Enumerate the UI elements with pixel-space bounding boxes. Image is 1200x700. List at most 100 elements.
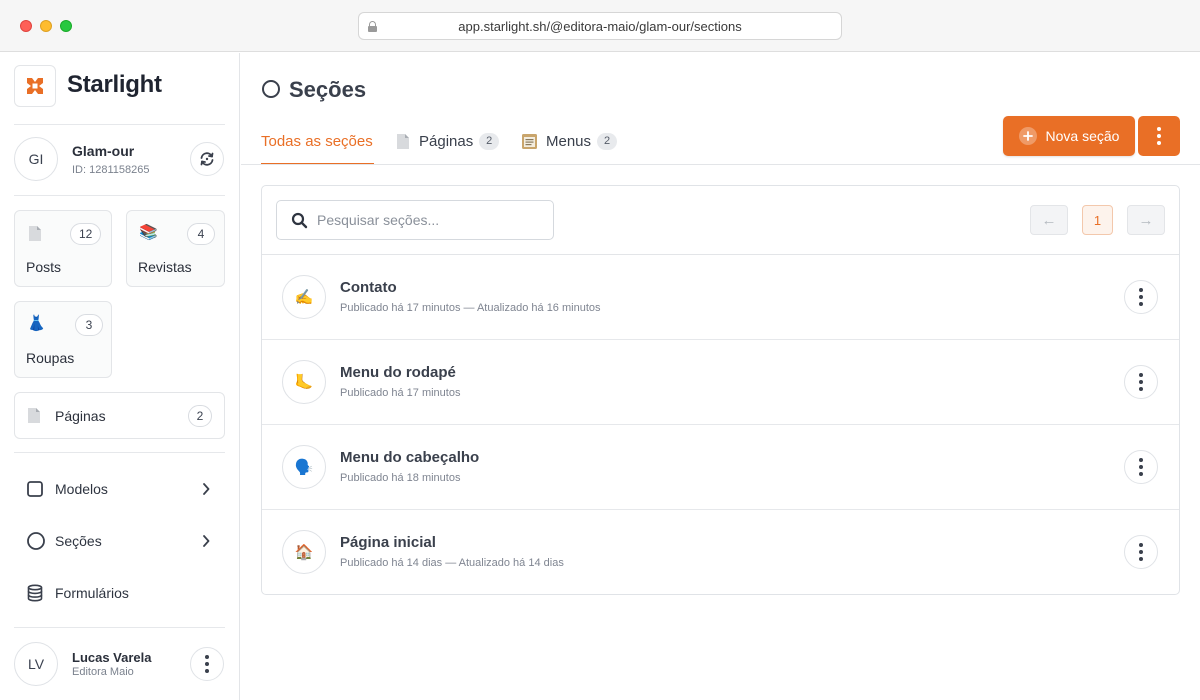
workspace-avatar[interactable]: GI xyxy=(14,137,58,181)
foot-icon: 🦶 xyxy=(282,360,326,404)
collection-label: Revistas xyxy=(138,259,192,275)
collection-count: 4 xyxy=(187,223,215,245)
page-title: Seções xyxy=(289,77,367,102)
address-bar[interactable]: app.starlight.sh/@editora-maio/glam-our/… xyxy=(358,12,842,40)
section-more-button[interactable] xyxy=(1124,365,1158,399)
arrow-right-icon: → xyxy=(1138,211,1154,229)
section-row[interactable]: 🦶 Menu do rodapé Publicado há 17 minutos xyxy=(262,340,1179,425)
sidebar-pages-card[interactable]: Páginas 2 xyxy=(14,392,225,439)
section-title[interactable]: Menu do rodapé xyxy=(340,364,456,381)
user-menu-button[interactable] xyxy=(190,647,224,681)
close-window-button[interactable] xyxy=(20,20,32,32)
more-vertical-icon xyxy=(1139,542,1143,563)
divider xyxy=(14,452,225,453)
divider xyxy=(14,124,225,125)
user-name: Lucas Varela xyxy=(72,650,152,665)
section-meta: Publicado há 14 dias — Atualizado há 14 … xyxy=(340,557,564,569)
sidebar-pages-label: Páginas xyxy=(55,408,106,424)
collection-card-revistas[interactable]: 📚 4 Revistas xyxy=(126,210,225,287)
more-vertical-icon xyxy=(205,654,209,675)
more-vertical-icon xyxy=(1139,287,1143,308)
section-meta: Publicado há 17 minutos xyxy=(340,387,461,399)
chevron-right-icon xyxy=(203,535,210,547)
section-row[interactable]: ✍️ Contato Publicado há 17 minutos — Atu… xyxy=(262,255,1179,340)
sidebar-item-modelos[interactable]: Modelos xyxy=(26,477,216,501)
divider xyxy=(14,195,225,196)
switch-workspace-button[interactable] xyxy=(190,142,224,176)
speaking-head-icon: 🗣️ xyxy=(282,445,326,489)
current-page[interactable]: 1 xyxy=(1082,205,1113,235)
brand-name: Starlight xyxy=(67,71,162,98)
divider xyxy=(14,627,225,628)
section-row[interactable]: 🏠 Página inicial Publicado há 14 dias — … xyxy=(262,510,1179,595)
page-icon xyxy=(27,225,43,246)
next-page-button[interactable]: → xyxy=(1127,205,1165,235)
sidebar-pages-count: 2 xyxy=(188,405,212,427)
circle-icon xyxy=(27,532,45,550)
logo[interactable] xyxy=(14,65,56,107)
section-more-button[interactable] xyxy=(1124,450,1158,484)
main-content: Seções Todas as seções Páginas 2 Menus 2… xyxy=(241,53,1200,700)
page-icon xyxy=(26,407,42,429)
section-title[interactable]: Contato xyxy=(340,279,397,296)
minimize-window-button[interactable] xyxy=(40,20,52,32)
section-meta: Publicado há 17 minutos — Atualizado há … xyxy=(340,302,601,314)
lock-icon xyxy=(368,21,377,32)
dress-icon: 👗 xyxy=(27,315,46,332)
workspace-id: ID: 1281158265 xyxy=(72,164,150,176)
page-number: 1 xyxy=(1093,212,1102,228)
circle-icon xyxy=(262,80,280,98)
sections-panel: ← 1 → ✍️ Contato Publicado há 17 minutos… xyxy=(261,185,1180,595)
collection-count: 12 xyxy=(70,223,102,245)
tab-todas-as-secoes[interactable]: Todas as seções xyxy=(261,129,373,153)
tab-menus[interactable]: Menus 2 xyxy=(521,129,618,153)
tab-count-badge: 2 xyxy=(479,132,500,150)
more-vertical-icon xyxy=(1139,372,1143,393)
books-icon: 📚 xyxy=(139,224,158,241)
workspace-initials: GI xyxy=(28,151,44,167)
workspace-name: Glam-our xyxy=(72,143,135,159)
square-icon xyxy=(27,481,43,497)
section-title[interactable]: Menu do cabeçalho xyxy=(340,449,479,466)
maximize-window-button[interactable] xyxy=(60,20,72,32)
section-title[interactable]: Página inicial xyxy=(340,534,436,551)
section-more-button[interactable] xyxy=(1124,535,1158,569)
section-more-button[interactable] xyxy=(1124,280,1158,314)
sidebar-item-formularios[interactable]: Formulários xyxy=(26,581,216,605)
sidebar-item-label: Formulários xyxy=(55,585,129,601)
section-row[interactable]: 🗣️ Menu do cabeçalho Publicado há 18 min… xyxy=(262,425,1179,510)
user-avatar[interactable]: LV xyxy=(14,642,58,686)
sync-icon xyxy=(200,152,214,166)
house-icon: 🏠 xyxy=(282,530,326,574)
collection-count: 3 xyxy=(75,314,103,336)
writing-hand-icon: ✍️ xyxy=(282,275,326,319)
user-role: Editora Maio xyxy=(72,666,134,678)
sidebar-item-secoes[interactable]: Seções xyxy=(26,529,216,553)
collection-label: Posts xyxy=(26,259,62,275)
collection-card-roupas[interactable]: 👗 3 Roupas xyxy=(14,301,112,378)
starlight-logo-icon xyxy=(27,78,43,94)
more-actions-button[interactable] xyxy=(1138,116,1180,156)
previous-page-button[interactable]: ← xyxy=(1030,205,1068,235)
tab-count-badge: 2 xyxy=(597,132,618,150)
search-icon xyxy=(291,212,308,229)
new-section-button[interactable]: Nova seção xyxy=(1003,116,1135,156)
user-initials: LV xyxy=(27,656,45,672)
tab-label: Menus xyxy=(546,132,592,150)
sidebar-item-label: Modelos xyxy=(55,481,108,497)
plus-icon xyxy=(1018,127,1037,145)
more-vertical-icon xyxy=(1157,126,1161,147)
search-box[interactable] xyxy=(276,200,554,240)
new-section-label: Nova seção xyxy=(1045,128,1120,144)
browser-titlebar: app.starlight.sh/@editora-maio/glam-our/… xyxy=(0,0,1200,52)
collection-card-posts[interactable]: 12 Posts xyxy=(14,210,112,287)
more-vertical-icon xyxy=(1139,457,1143,478)
search-input[interactable] xyxy=(317,201,547,239)
sidebar: Starlight GI Glam-our ID: 1281158265 12 … xyxy=(0,53,240,700)
tab-paginas[interactable]: Páginas 2 xyxy=(395,129,500,153)
page-icon xyxy=(395,133,411,150)
sidebar-item-label: Seções xyxy=(55,533,102,549)
chevron-right-icon xyxy=(203,483,210,495)
tab-label: Páginas xyxy=(419,132,474,150)
url-text: app.starlight.sh/@editora-maio/glam-our/… xyxy=(458,18,742,34)
